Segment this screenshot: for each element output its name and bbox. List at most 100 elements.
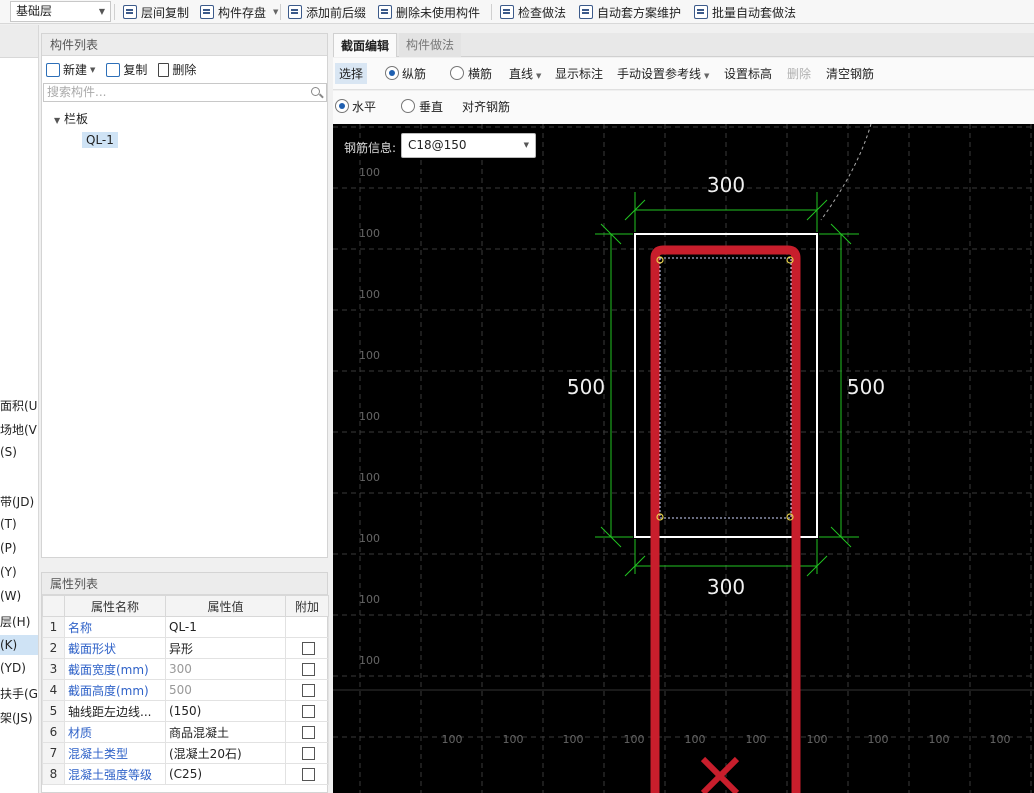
table-row[interactable]: 8 混凝土强度等级 (C25) — [42, 763, 329, 785]
select-button[interactable]: 选择 — [335, 63, 368, 84]
property-name: 材质 — [64, 721, 166, 743]
attach-checkbox[interactable] — [302, 705, 315, 718]
component-search-input[interactable]: 搜索构件... — [43, 83, 327, 102]
nav-item[interactable]: (W) — [0, 589, 21, 603]
attach-cell — [285, 721, 329, 743]
grid-label: 100 — [746, 733, 767, 746]
table-row[interactable]: 5 轴线距左边线... (150) — [42, 700, 329, 722]
attach-cell — [285, 658, 329, 680]
vertical-radio[interactable] — [401, 99, 415, 113]
nav-item[interactable]: (T) — [0, 517, 17, 531]
property-value[interactable]: QL-1 — [165, 616, 286, 638]
grid-label: 100 — [359, 410, 380, 423]
attach-checkbox[interactable] — [302, 726, 315, 739]
trash-icon — [158, 62, 170, 77]
section-drawing[interactable]: 100 100 100 100 100 100 100 100 100 100 100 100 100 1… — [333, 124, 1034, 793]
property-value[interactable]: 300 — [165, 658, 286, 680]
delete-button[interactable]: 删除 — [787, 65, 811, 82]
manual-ref-dropdown[interactable]: 手动设置参考线 ▼ — [617, 65, 709, 82]
table-row[interactable]: 1 名称 QL-1 — [42, 616, 329, 638]
tab-component-method[interactable]: 构件做法 — [399, 33, 462, 57]
nav-item[interactable]: (S) — [0, 445, 17, 459]
nav-item[interactable]: 架(JS) — [0, 709, 33, 726]
tree-parent-label: 栏板 — [63, 112, 88, 126]
nav-item-selected[interactable]: (K) — [0, 635, 38, 655]
auto-scheme-button[interactable]: 自动套方案维护 — [579, 2, 681, 22]
delete-label: 删除 — [172, 63, 197, 77]
horizontal-label[interactable]: 水平 — [352, 98, 376, 115]
copy-icon — [106, 62, 121, 77]
expand-arrow-icon[interactable]: ▼ — [54, 116, 60, 125]
copy-between-floors-button[interactable]: 层间复制 — [123, 2, 189, 22]
nav-item[interactable]: (P) — [0, 541, 17, 555]
section-canvas[interactable]: 100 100 100 100 100 100 100 100 100 100 100 100 100 1… — [333, 124, 1034, 793]
longitudinal-label[interactable]: 纵筋 — [402, 65, 426, 82]
set-elevation-button[interactable]: 设置标高 — [724, 65, 772, 82]
prefix-icon — [288, 5, 302, 19]
nav-item[interactable]: (Y) — [0, 565, 17, 579]
attach-checkbox[interactable] — [302, 768, 315, 781]
tree-node-child[interactable]: QL-1 — [82, 132, 118, 148]
attach-cell — [285, 637, 329, 659]
table-row[interactable]: 2 截面形状 异形 — [42, 637, 329, 659]
nav-item[interactable]: 带(JD) — [0, 493, 34, 510]
table-row[interactable]: 4 截面高度(mm) 500 — [42, 679, 329, 701]
property-table: 属性名称 属性值 附加 1 名称 QL-1 2 截面形状 异形 3 截面宽度(m… — [42, 595, 329, 785]
new-component-button[interactable]: 新建 ▼ — [46, 61, 95, 78]
row-index: 7 — [42, 742, 65, 764]
transverse-radio[interactable] — [450, 66, 464, 80]
check-method-button[interactable]: 检查做法 — [500, 2, 566, 22]
chevron-down-icon: ▼ — [98, 7, 105, 16]
nav-item[interactable]: 场地(V — [0, 421, 37, 438]
attach-checkbox[interactable] — [302, 642, 315, 655]
grid-label: 100 — [685, 733, 706, 746]
main-toolbar: 基础层 ▼ 层间复制 构件存盘 ▼ 添加前后缀 删除未使用构件 检查做法 自动套… — [0, 0, 1034, 24]
attach-checkbox[interactable] — [302, 663, 315, 676]
attach-checkbox[interactable] — [302, 747, 315, 760]
editor-tabs: 截面编辑 构件做法 — [333, 33, 1034, 57]
grid-label: 100 — [359, 471, 380, 484]
line-dropdown[interactable]: 直线 ▼ — [509, 65, 541, 82]
batch-auto-button[interactable]: 批量自动套做法 — [694, 2, 796, 22]
property-value[interactable]: 异形 — [165, 637, 286, 659]
show-label-button[interactable]: 显示标注 — [555, 65, 603, 82]
attach-cell — [285, 700, 329, 722]
save-component-button[interactable]: 构件存盘 ▼ — [200, 2, 278, 22]
clear-rebar-button[interactable]: 清空钢筋 — [826, 65, 874, 82]
rebar-info-select[interactable]: C18@150 ▼ — [401, 133, 536, 158]
property-list-title: 属性列表 — [42, 573, 327, 595]
nav-item[interactable]: (YD) — [0, 661, 26, 675]
navigation-strip: 面积(U 场地(V (S) 带(JD) (T) (P) (Y) (W) 层(H)… — [0, 25, 39, 793]
row-index: 3 — [42, 658, 65, 680]
delete-unused-button[interactable]: 删除未使用构件 — [378, 2, 480, 22]
new-icon — [46, 62, 60, 77]
align-rebar-button[interactable]: 对齐钢筋 — [462, 98, 510, 115]
attach-cell — [285, 763, 329, 785]
nav-item[interactable]: 面积(U — [0, 397, 37, 414]
search-icon[interactable] — [311, 87, 320, 96]
floor-select[interactable]: 基础层 ▼ — [10, 1, 111, 22]
transverse-label[interactable]: 横筋 — [468, 65, 492, 82]
tree-node-parent[interactable]: ▼ 栏板 — [54, 110, 88, 127]
delete-component-button[interactable]: 删除 — [158, 61, 196, 78]
table-row[interactable]: 3 截面宽度(mm) 300 — [42, 658, 329, 680]
property-value[interactable]: (混凝土20石) — [165, 742, 286, 764]
property-value[interactable]: 商品混凝土 — [165, 721, 286, 743]
nav-item[interactable]: 层(H) — [0, 613, 30, 630]
tab-section-edit[interactable]: 截面编辑 — [333, 33, 398, 57]
property-value[interactable]: 500 — [165, 679, 286, 701]
copy-component-button[interactable]: 复制 — [106, 61, 147, 78]
vertical-label[interactable]: 垂直 — [419, 98, 443, 115]
property-value[interactable]: (150) — [165, 700, 286, 722]
longitudinal-radio[interactable] — [385, 66, 399, 80]
attach-checkbox[interactable] — [302, 684, 315, 697]
table-row[interactable]: 7 混凝土类型 (混凝土20石) — [42, 742, 329, 764]
attach-cell — [285, 742, 329, 764]
grid-label: 100 — [359, 166, 380, 179]
property-value[interactable]: (C25) — [165, 763, 286, 785]
table-row[interactable]: 6 材质 商品混凝土 — [42, 721, 329, 743]
add-prefix-suffix-button[interactable]: 添加前后缀 — [288, 2, 366, 22]
batch-auto-label: 批量自动套做法 — [712, 5, 797, 20]
horizontal-radio[interactable] — [335, 99, 349, 113]
nav-item[interactable]: 扶手(G — [0, 685, 38, 702]
